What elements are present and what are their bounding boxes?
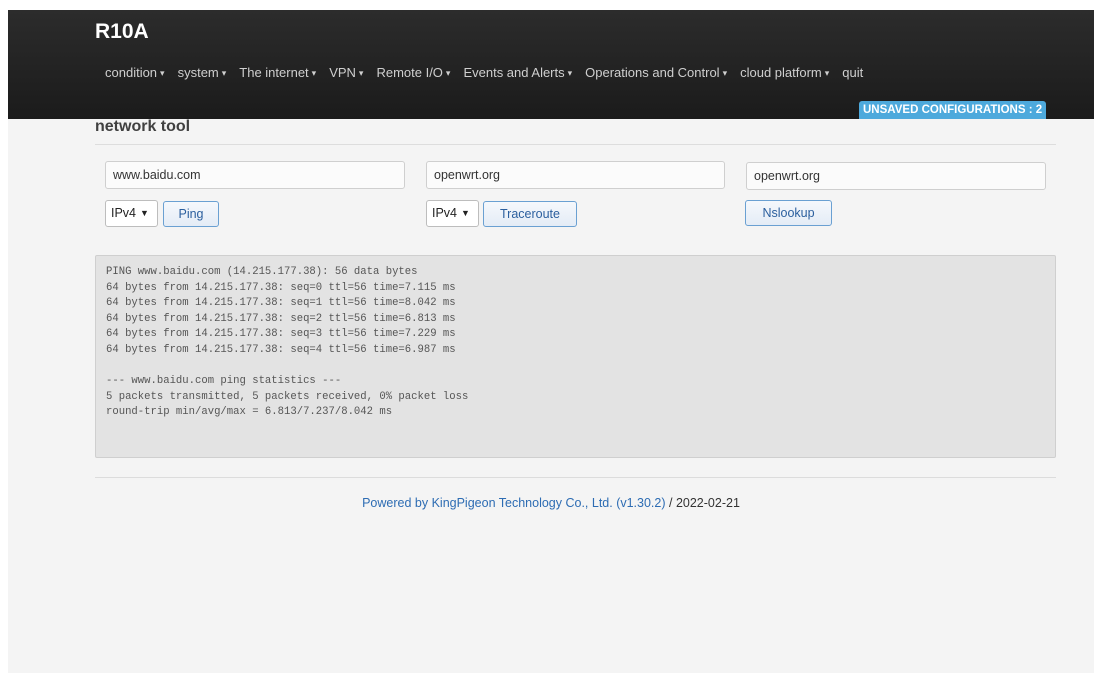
- unsaved-configurations-badge[interactable]: UNSAVED CONFIGURATIONS : 2: [859, 101, 1047, 119]
- menu-item-cloud-platform[interactable]: cloud platform ▾: [740, 65, 829, 83]
- menu-item-label: cloud platform: [740, 65, 822, 80]
- ping-protocol-select[interactable]: IPv4 ▼: [105, 200, 158, 227]
- chevron-down-icon: ▾: [824, 68, 830, 78]
- menu-item-label: Remote I/O: [376, 65, 443, 80]
- ping-host-input[interactable]: www.baidu.com: [105, 161, 405, 189]
- traceroute-button[interactable]: Traceroute: [483, 201, 577, 227]
- ping-protocol-value: IPv4: [111, 206, 137, 220]
- traceroute-protocol-value: IPv4: [432, 206, 458, 220]
- chevron-down-icon: ▾: [221, 68, 227, 78]
- chevron-down-icon: ▾: [358, 68, 364, 78]
- chevron-down-icon: ▾: [160, 68, 165, 78]
- build-date: 2022-02-21: [675, 496, 740, 510]
- menu-item-label: quit: [842, 65, 864, 80]
- menu-item-label: The internet: [239, 65, 309, 80]
- page-title: network tool: [95, 118, 191, 135]
- page: R10A condition ▾ system ▾ The internet ▾ VP…: [8, 10, 1094, 673]
- menu-item-label: Events and Alerts: [463, 65, 565, 80]
- footer-divider: [95, 477, 1056, 478]
- divider: [95, 144, 1056, 145]
- menu-item-condition[interactable]: condition ▾: [105, 65, 165, 83]
- menu-item-label: system: [177, 65, 219, 80]
- menu-item-quit[interactable]: quit: [842, 65, 863, 83]
- traceroute-protocol-select[interactable]: IPv4 ▼: [426, 200, 479, 227]
- footer-separator: /: [665, 496, 676, 510]
- chevron-down-icon: ▾: [722, 68, 728, 78]
- traceroute-host-input[interactable]: openwrt.org: [426, 161, 725, 189]
- menu-item-vpn[interactable]: VPN ▾: [329, 65, 363, 83]
- menu-item-internet[interactable]: The internet ▾: [239, 65, 316, 83]
- menu-item-label: condition: [105, 65, 158, 80]
- menu-item-label: Operations and Control: [585, 65, 720, 80]
- footer: Powered by KingPigeon Technology Co., Lt…: [8, 496, 1094, 510]
- nslookup-host-input[interactable]: openwrt.org: [746, 162, 1046, 190]
- chevron-down-icon: ▼: [461, 208, 470, 218]
- menu-item-operations-control[interactable]: Operations and Control ▾: [585, 65, 727, 83]
- menu-item-remote-io[interactable]: Remote I/O ▾: [376, 65, 450, 83]
- command-output: PING www.baidu.com (14.215.177.38): 56 d…: [95, 255, 1056, 458]
- vendor-link[interactable]: Powered by KingPigeon Technology Co., Lt…: [362, 496, 665, 510]
- chevron-down-icon: ▾: [311, 68, 317, 78]
- chevron-down-icon: ▾: [567, 68, 573, 78]
- menu-item-system[interactable]: system ▾: [178, 65, 227, 83]
- menu-item-label: VPN: [329, 65, 356, 80]
- top-navbar: R10A condition ▾ system ▾ The internet ▾ VP…: [8, 10, 1094, 119]
- nslookup-button[interactable]: Nslookup: [745, 200, 832, 226]
- chevron-down-icon: ▼: [140, 208, 149, 218]
- brand-title[interactable]: R10A: [95, 20, 149, 44]
- main-menu: condition ▾ system ▾ The internet ▾ VPN ▾ Re…: [105, 65, 876, 83]
- chevron-down-icon: ▾: [445, 68, 451, 78]
- menu-item-events-alerts[interactable]: Events and Alerts ▾: [463, 65, 572, 83]
- ping-button[interactable]: Ping: [163, 201, 219, 227]
